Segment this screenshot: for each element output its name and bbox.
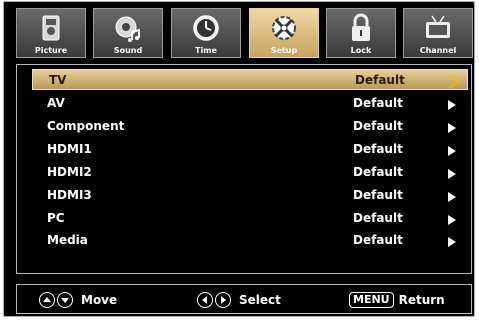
tab-bar: Picture Sound Time Setup Lock Channel: [16, 8, 473, 60]
chevron-right-icon: [445, 97, 459, 111]
tab-setup-label: Setup: [270, 46, 298, 55]
row-name: TV: [49, 73, 67, 87]
row-value: Default: [353, 188, 403, 202]
tab-picture[interactable]: Picture: [16, 8, 86, 58]
menu-row-hdmi1[interactable]: HDMI1 Default: [31, 139, 469, 160]
row-value: Default: [353, 119, 403, 133]
menu-row-component[interactable]: Component Default: [31, 116, 469, 137]
key-hint-bar: Move Select MENU Return: [16, 284, 472, 314]
row-name: PC: [47, 211, 65, 225]
settings-panel: TV Default AV Default Component Default …: [16, 64, 472, 274]
tab-time-label: Time: [195, 46, 217, 55]
row-name: HDMI3: [47, 188, 92, 202]
menu-row-pc[interactable]: PC Default: [31, 208, 469, 229]
chevron-right-outline-icon: [447, 74, 461, 89]
row-name: Component: [47, 119, 125, 133]
row-value: Default: [355, 73, 405, 87]
hint-select: Select: [197, 290, 281, 310]
chevron-right-icon: [445, 166, 459, 180]
row-value: Default: [353, 142, 403, 156]
tab-sound-label: Sound: [113, 46, 143, 55]
setup-tools-icon: [250, 13, 318, 43]
row-value: Default: [353, 165, 403, 179]
tab-picture-label: Picture: [34, 46, 68, 55]
arrow-up-icon: [39, 292, 55, 308]
row-value: Default: [353, 211, 403, 225]
tab-channel-label: Channel: [419, 46, 457, 55]
osd-menu-frame: Picture Sound Time Setup Lock Channel TV…: [3, 1, 475, 317]
row-value: Default: [353, 96, 403, 110]
tab-lock-label: Lock: [350, 46, 372, 55]
row-value: Default: [353, 233, 403, 247]
padlock-icon: [327, 13, 395, 43]
hint-move-label: Move: [81, 293, 118, 307]
tab-channel[interactable]: Channel: [403, 8, 473, 58]
clock-icon: [172, 13, 240, 43]
chevron-right-icon: [445, 120, 459, 134]
picture-icon: [17, 13, 85, 43]
menu-row-media[interactable]: Media Default: [31, 230, 469, 251]
tab-time[interactable]: Time: [171, 8, 241, 58]
chevron-right-icon: [445, 189, 459, 203]
arrow-right-icon: [215, 292, 231, 308]
arrow-left-icon: [197, 292, 213, 308]
hint-select-label: Select: [239, 293, 281, 307]
menu-row-hdmi3[interactable]: HDMI3 Default: [31, 185, 469, 206]
arrow-down-icon: [57, 292, 73, 308]
menu-key-icon: MENU: [349, 292, 394, 308]
tab-setup[interactable]: Setup: [249, 8, 319, 58]
tab-lock[interactable]: Lock: [326, 8, 396, 58]
row-name: Media: [47, 233, 88, 247]
tab-sound[interactable]: Sound: [93, 8, 163, 58]
chevron-right-icon: [445, 143, 459, 157]
row-name: HDMI1: [47, 142, 92, 156]
row-name: HDMI2: [47, 165, 92, 179]
row-name: AV: [47, 96, 65, 110]
hint-return-label: Return: [398, 293, 445, 307]
tv-channel-icon: [404, 13, 472, 43]
hint-move: Move: [39, 290, 117, 310]
menu-row-hdmi2[interactable]: HDMI2 Default: [31, 162, 469, 183]
chevron-right-icon: [445, 212, 459, 226]
chevron-right-icon: [445, 234, 459, 248]
sound-icon: [94, 13, 162, 43]
menu-row-av[interactable]: AV Default: [31, 93, 469, 114]
hint-return: MENU Return: [349, 290, 445, 310]
menu-row-tv[interactable]: TV Default: [32, 69, 468, 90]
